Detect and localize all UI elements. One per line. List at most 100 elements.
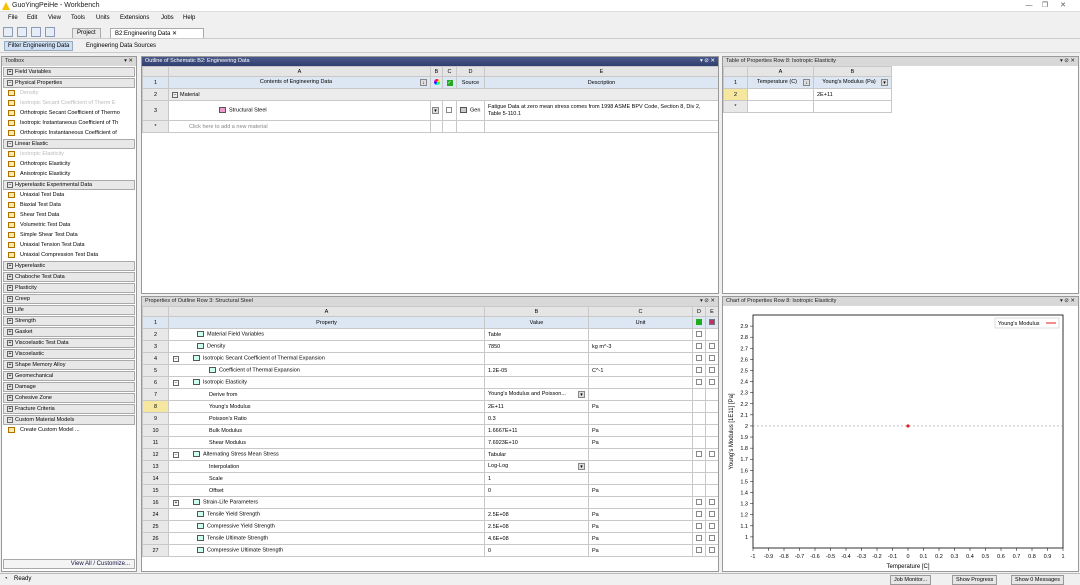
property-value[interactable]: 1 [484, 472, 589, 485]
toolbox-item[interactable]: Density [2, 88, 136, 98]
save-as-icon[interactable] [45, 27, 55, 37]
property-row[interactable]: 24 Tensile Yield Strength 2.5E+08 Pa [142, 508, 718, 521]
toolbox-item[interactable]: Create Custom Model ... [2, 425, 136, 435]
tab-engineering-data[interactable]: B2:Engineering Data ✕ [110, 28, 204, 38]
property-unit[interactable]: Pa [588, 424, 693, 437]
new-temperature-cell[interactable] [747, 100, 814, 113]
toolbox-category[interactable]: − Physical Properties [3, 78, 135, 88]
toolbox-category[interactable]: + Viscoelastic Test Data [3, 338, 135, 348]
expand-icon[interactable]: + [7, 362, 13, 368]
sort-icon[interactable]: ↓ [420, 79, 427, 86]
expand-icon[interactable]: + [7, 69, 13, 75]
collapse-icon[interactable]: − [7, 141, 13, 147]
property-chart-checkbox[interactable] [709, 342, 715, 349]
toolbox-item[interactable]: Uniaxial Compression Test Data [2, 250, 136, 260]
menu-help[interactable]: Help [183, 15, 195, 21]
property-row[interactable]: 2 Material Field Variables Table [142, 328, 718, 341]
material-structural-steel[interactable]: Structural Steel [168, 100, 431, 121]
toolbox-item[interactable]: Orthotropic Secant Coefficient of Thermo [2, 108, 136, 118]
property-checkbox[interactable] [696, 510, 702, 517]
data-point[interactable] [906, 424, 910, 428]
property-row[interactable]: 8 Young's Modulus 2E+11 Pa [142, 400, 718, 413]
material-dropdown-icon[interactable]: ▾ [432, 107, 439, 114]
toolbox-category[interactable]: + Field Variables [3, 67, 135, 77]
property-checkbox[interactable] [696, 330, 702, 337]
property-chart-checkbox[interactable] [709, 510, 715, 517]
property-row[interactable]: 15 Offset 0 Pa [142, 484, 718, 497]
value-dropdown-icon[interactable]: ▾ [578, 463, 585, 470]
toolbox-category[interactable]: + Creep [3, 294, 135, 304]
unit-dropdown-icon[interactable]: ▾ [881, 79, 888, 86]
property-unit[interactable]: Pa [588, 508, 693, 521]
show-messages-button[interactable]: Show 0 Messages [1011, 575, 1064, 585]
menu-units[interactable]: Units [96, 15, 110, 21]
property-checkbox[interactable] [696, 366, 702, 373]
toolbox-item[interactable]: Simple Shear Test Data [2, 230, 136, 240]
property-checkbox[interactable] [696, 498, 702, 505]
collapse-icon[interactable]: − [173, 379, 179, 386]
toolbox-category[interactable]: + Hyperelastic [3, 261, 135, 271]
property-checkbox[interactable] [696, 342, 702, 349]
property-row[interactable]: 12− Alternating Stress Mean Stress Tabular [142, 448, 718, 461]
temperature-cell[interactable] [747, 88, 814, 101]
expand-icon[interactable]: + [7, 340, 13, 346]
property-value[interactable]: Table [484, 328, 589, 341]
toolbox-category[interactable]: + Chaboche Test Data [3, 272, 135, 282]
property-unit[interactable]: Pa [588, 484, 693, 497]
property-value[interactable]: Log-Log ▾ [484, 460, 589, 473]
property-checkbox[interactable] [696, 378, 702, 385]
property-value[interactable]: 2E+11 [484, 400, 589, 413]
property-checkbox[interactable] [696, 534, 702, 541]
property-value[interactable]: Young's Modulus and Poisson... ▾ [484, 388, 589, 401]
add-material-row[interactable]: Click here to add a new material [168, 120, 431, 133]
property-chart-checkbox[interactable] [709, 498, 715, 505]
toolbox-item[interactable]: Isotropic Instantaneous Coefficient of T… [2, 118, 136, 128]
property-value[interactable]: 2.5E+08 [484, 508, 589, 521]
toolbox-category[interactable]: − Custom Material Models [3, 415, 135, 425]
property-row[interactable]: 10 Bulk Modulus 1.6667E+11 Pa [142, 424, 718, 437]
properties-panel-controls[interactable]: ▾ ⊘ ✕ [700, 298, 715, 304]
property-unit[interactable]: C^-1 [588, 364, 693, 377]
menu-file[interactable]: File [8, 15, 18, 21]
material-checkbox[interactable] [446, 106, 452, 113]
menu-edit[interactable]: Edit [27, 15, 37, 21]
property-checkbox[interactable] [696, 450, 702, 457]
toolbox-item[interactable]: Anisotropic Elasticity [2, 169, 136, 179]
collapse-icon[interactable]: − [7, 80, 13, 86]
expand-icon[interactable]: + [7, 307, 13, 313]
close-icon[interactable]: ✕ [1056, 1, 1070, 10]
property-checkbox[interactable] [696, 546, 702, 553]
property-chart-checkbox[interactable] [709, 366, 715, 373]
open-icon[interactable] [17, 27, 27, 37]
toolbox-category[interactable]: + Viscoelastic [3, 349, 135, 359]
property-unit[interactable]: kg m^-3 [588, 340, 693, 353]
expand-icon[interactable]: + [7, 296, 13, 302]
property-value[interactable]: 0 [484, 484, 589, 497]
table-panel-controls[interactable]: ▾ ⊘ ✕ [1060, 58, 1075, 64]
pin-icon[interactable]: ▾ ✕ [124, 58, 133, 64]
toolbox-category[interactable]: + Shape Memory Alloy [3, 360, 135, 370]
toolbox-category[interactable]: + Geomechanical [3, 371, 135, 381]
property-checkbox[interactable] [696, 354, 702, 361]
property-row[interactable]: 7 Derive from Young's Modulus and Poisson.… [142, 388, 718, 401]
menu-tools[interactable]: Tools [71, 15, 85, 21]
property-chart-checkbox[interactable] [709, 450, 715, 457]
menu-extensions[interactable]: Extensions [120, 15, 149, 21]
sort-icon[interactable]: ↓ [803, 79, 810, 86]
temperature-column-header[interactable]: Temperature (C) ↓ [747, 76, 814, 89]
property-chart-checkbox[interactable] [709, 378, 715, 385]
expand-icon[interactable]: + [7, 329, 13, 335]
property-row[interactable]: 25 Compressive Yield Strength 2.5E+08 Pa [142, 520, 718, 533]
toolbox-category[interactable]: + Life [3, 305, 135, 315]
expand-icon[interactable]: + [7, 373, 13, 379]
collapse-icon[interactable]: − [173, 451, 179, 458]
toolbox-item[interactable]: Orthotropic Instantaneous Coefficient of [2, 128, 136, 138]
expand-icon[interactable]: + [7, 263, 13, 269]
toolbox-item[interactable]: Uniaxial Tension Test Data [2, 240, 136, 250]
collapse-icon[interactable]: − [7, 417, 13, 423]
toolbox-category[interactable]: + Damage [3, 382, 135, 392]
tab-close-icon[interactable]: ✕ [172, 31, 177, 37]
property-unit[interactable]: Pa [588, 520, 693, 533]
expand-icon[interactable]: + [7, 318, 13, 324]
plot-area[interactable] [752, 314, 1064, 549]
